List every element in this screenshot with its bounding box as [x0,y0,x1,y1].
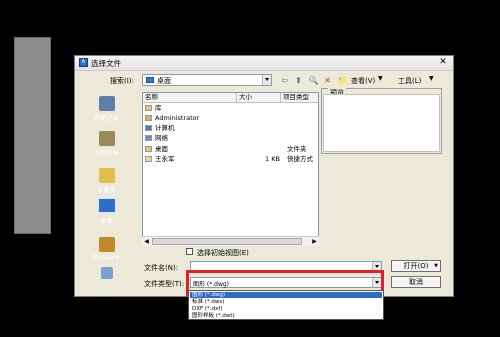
tools-menu[interactable]: 工具(L) [398,76,421,86]
favorites-icon [98,168,115,183]
place-label: Buzzsaw [93,254,120,261]
desktop-icon [96,197,117,214]
column-type[interactable]: 项目类型 [281,93,318,103]
place-more[interactable] [88,267,125,281]
filetype-label: 文件类型(T): [144,280,185,288]
list-item[interactable]: 库 [145,104,162,113]
tools-dropdown-icon[interactable]: ▼ [429,75,434,82]
folder-icon [145,105,152,111]
buzzsaw-icon [98,237,115,252]
list-item[interactable]: 计算机 [145,124,175,133]
item-name: 王永军 [155,155,175,163]
item-name: Administrator [155,114,200,122]
dropdown-option[interactable]: 图形样板 (*.dwt) [192,313,235,319]
open-dropdown-icon[interactable]: ▼ [434,261,438,271]
initial-view-label: 选择初始视图(E) [197,249,249,257]
search-in-label: 搜索(I): [110,77,134,85]
file-list[interactable]: 名称 大小 项目类型 库 Administrator 计算机 网络 桌面 王永军… [142,92,319,246]
location-combo[interactable]: 桌面 [142,74,272,86]
place-documents[interactable]: 我的文档 [88,131,125,157]
scroll-right-icon[interactable]: ▶ [310,237,319,246]
back-icon[interactable]: ⇦ [279,75,290,86]
place-label: 历史记录 [94,115,119,122]
list-item[interactable]: Administrator [145,114,199,123]
place-history[interactable]: 历史记录 [88,96,125,122]
item-size: 1 KB [265,155,280,163]
title-bar: A 选择文件 ✕ [75,56,453,71]
item-name: 库 [155,104,162,112]
list-item[interactable]: 网络 [145,134,168,143]
network-icon [145,135,152,141]
chevron-down-icon[interactable] [262,75,271,85]
column-name[interactable]: 名称 [143,93,237,103]
user-folder-icon [145,115,152,121]
open-button[interactable]: 打开(O) ▼ [391,260,441,272]
item-type: 文件夹 [287,145,307,153]
list-item[interactable]: 王永军 [145,155,175,164]
places-bar [14,37,51,234]
initial-view-checkbox[interactable] [186,248,193,255]
dialog-title: 选择文件 [91,59,121,68]
place-label: 桌面 [100,218,113,225]
computer-icon [145,125,152,131]
horizontal-scrollbar[interactable]: ◀ ▶ [142,236,319,246]
dropdown-option[interactable]: DXF (*.dxf) [192,306,222,312]
folder-icon [145,146,152,152]
desktop-small-icon [146,77,154,83]
location-value: 桌面 [157,77,171,85]
filetype-dropdown-list[interactable]: 图形 (*.dwg) 标准 (*.dws) DXF (*.dxf) 图形样板 (… [188,290,384,320]
place-desktop[interactable]: 桌面 [88,197,125,225]
filename-label: 文件名(N): [144,264,179,272]
place-favorites[interactable]: 收藏夹 [88,168,125,194]
view-menu[interactable]: 查看(V) [351,76,375,86]
scroll-thumb[interactable] [152,238,302,245]
up-folder-icon[interactable]: ⬆ [293,75,304,86]
item-type: 快捷方式 [287,155,313,163]
ftp-icon [100,267,113,279]
autocad-app-icon: A [79,58,88,67]
dropdown-option[interactable]: 图形 (*.dwg) [192,292,225,298]
place-label: 收藏夹 [97,187,116,194]
dropdown-option[interactable]: 标准 (*.dws) [192,299,224,305]
list-item[interactable]: 桌面 [145,145,168,154]
column-size[interactable]: 大小 [237,93,281,103]
shortcut-icon [145,156,152,162]
close-icon[interactable]: ✕ [437,57,449,68]
place-buzzsaw[interactable]: Buzzsaw [88,237,125,261]
preview-area [323,94,440,152]
documents-icon [98,131,115,146]
view-dropdown-icon[interactable]: ▼ [378,75,383,82]
history-icon [98,96,115,111]
delete-icon[interactable]: ✕ [322,75,333,86]
search-web-icon[interactable]: 🔍 [308,75,319,86]
open-button-label: 打开(O) [403,262,429,270]
item-name: 计算机 [155,124,175,132]
new-folder-icon[interactable]: 📁 [337,75,348,86]
place-label: 我的文档 [94,150,119,157]
item-name: 网络 [155,134,168,142]
item-name: 桌面 [155,145,168,153]
cancel-button[interactable]: 取消 [391,276,441,288]
scroll-left-icon[interactable]: ◀ [142,237,151,246]
